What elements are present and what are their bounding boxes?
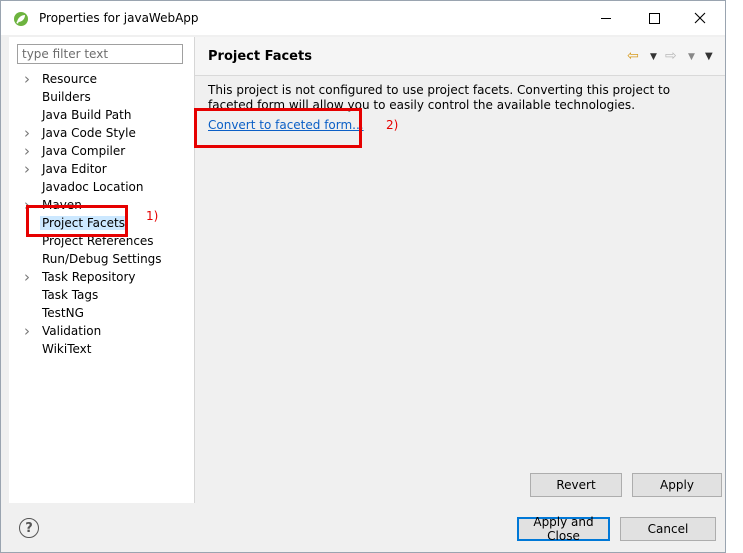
tree-item-label: WikiText (42, 342, 92, 356)
help-icon[interactable]: ? (19, 518, 39, 538)
tree-item-label: Task Tags (42, 288, 99, 302)
page-title: Project Facets (208, 49, 312, 64)
tree-item-label: Java Editor (42, 162, 107, 176)
apply-button[interactable]: Apply (632, 473, 722, 497)
back-arrow-icon[interactable]: ⇦ (627, 47, 639, 65)
filter-input[interactable] (17, 44, 183, 64)
tree-item-builders[interactable]: Builders (9, 88, 194, 106)
close-icon (694, 12, 706, 24)
content-pane: Project Facets ⇦ ▼ ⇨ ▼ ▼ This project is… (195, 37, 725, 503)
tree-item-label: Builders (42, 90, 91, 104)
tree-item-java-compiler[interactable]: › Java Compiler (9, 142, 194, 160)
minimize-button[interactable] (583, 1, 629, 35)
tree-item-label: TestNG (42, 306, 84, 320)
dialog-button-bar: ? Apply and Close Cancel (1, 504, 725, 552)
tree-item-label: Java Build Path (42, 108, 132, 122)
maximize-icon (648, 12, 660, 24)
maximize-button[interactable] (631, 1, 677, 35)
tree-item-label: Validation (42, 324, 102, 338)
tree-item-testng[interactable]: TestNG (9, 304, 194, 322)
annotation-box-convert-link (194, 108, 362, 148)
page-header: Project Facets ⇦ ▼ ⇨ ▼ ▼ (195, 37, 725, 76)
expand-chevron-icon[interactable]: › (24, 71, 34, 87)
properties-dialog: Properties for javaWebApp › Resource Build… (0, 0, 726, 553)
minimize-icon (601, 17, 611, 19)
expand-chevron-icon[interactable]: › (24, 125, 34, 141)
expand-chevron-icon[interactable]: › (24, 143, 34, 159)
tree-item-task-tags[interactable]: Task Tags (9, 286, 194, 304)
title-bar: Properties for javaWebApp (1, 1, 725, 35)
expand-chevron-icon[interactable]: › (24, 161, 34, 177)
navigation-pane: › Resource Builders Java Build Path › Java Co… (9, 37, 195, 503)
expand-chevron-icon[interactable]: › (24, 269, 34, 285)
tree-item-label: Resource (42, 72, 98, 86)
tree-item-label: Run/Debug Settings (42, 252, 162, 266)
cancel-button[interactable]: Cancel (620, 517, 716, 541)
forward-history-dropdown-icon[interactable]: ▼ (688, 48, 695, 66)
tree-item-wikitext[interactable]: WikiText (9, 340, 194, 358)
annotation-label-1: 1) (146, 209, 159, 223)
tree-item-java-build-path[interactable]: Java Build Path (9, 106, 194, 124)
tree-item-run-debug-settings[interactable]: Run/Debug Settings (9, 250, 194, 268)
tree-item-validation[interactable]: › Validation (9, 322, 194, 340)
expand-chevron-icon[interactable]: › (24, 323, 34, 339)
back-history-dropdown-icon[interactable]: ▼ (650, 48, 657, 66)
tree-item-label: Task Repository (42, 270, 136, 284)
tree-item-label: Javadoc Location (42, 180, 144, 194)
tree-item-label: Java Compiler (42, 144, 126, 158)
close-button[interactable] (677, 1, 723, 35)
tree-item-label: Java Code Style (42, 126, 136, 140)
tree-item-resource[interactable]: › Resource (9, 70, 194, 88)
revert-button[interactable]: Revert (530, 473, 622, 497)
view-menu-icon[interactable]: ▼ (705, 48, 713, 66)
tree-item-task-repository[interactable]: › Task Repository (9, 268, 194, 286)
tree-item-java-code-style[interactable]: › Java Code Style (9, 124, 194, 142)
apply-and-close-button[interactable]: Apply and Close (517, 515, 610, 543)
spring-leaf-icon (14, 12, 28, 26)
window-title: Properties for javaWebApp (39, 11, 199, 25)
annotation-label-2: 2) (386, 118, 399, 132)
tree-item-javadoc-location[interactable]: Javadoc Location (9, 178, 194, 196)
annotation-box-project-facets (26, 205, 128, 237)
forward-arrow-icon[interactable]: ⇨ (665, 47, 677, 65)
tree-item-java-editor[interactable]: › Java Editor (9, 160, 194, 178)
